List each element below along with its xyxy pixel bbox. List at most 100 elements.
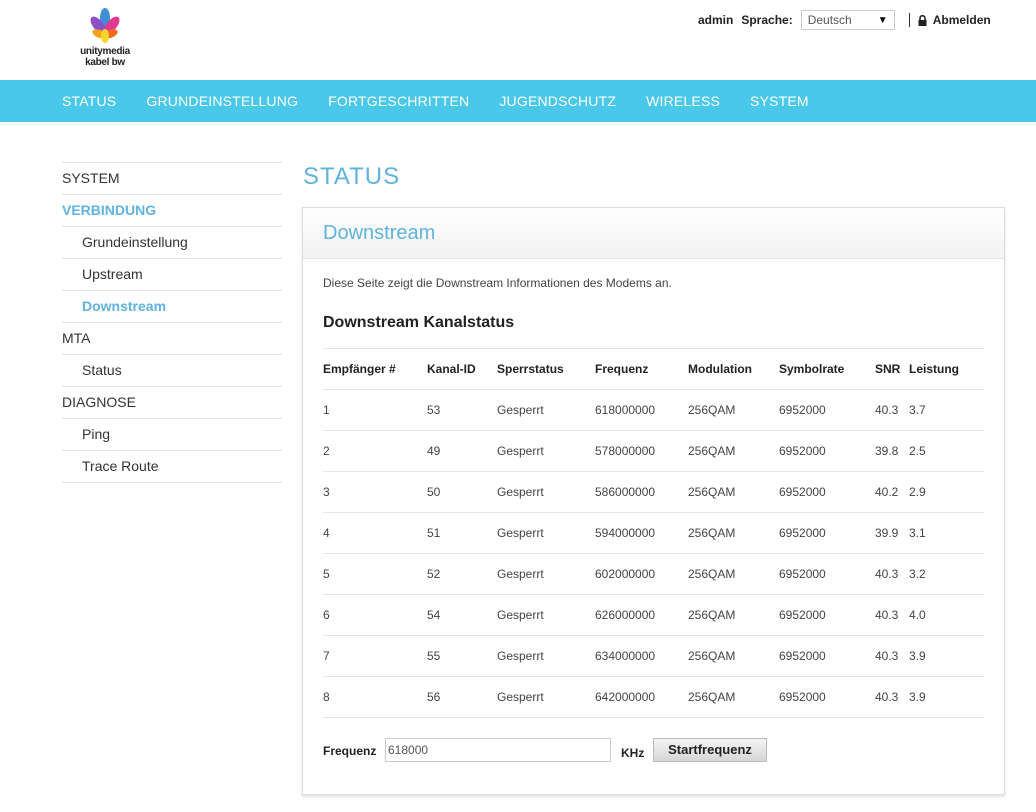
frequency-input[interactable] (385, 738, 611, 762)
table-cell: 578000000 (595, 444, 656, 458)
table-cell: Gesperrt (497, 485, 544, 499)
table-cell: 6952000 (779, 403, 826, 417)
brand-line1: unitymedia (80, 46, 130, 57)
table-cell: 3.1 (909, 526, 926, 540)
table-cell: Gesperrt (497, 649, 544, 663)
panel-title: Downstream (323, 222, 436, 244)
brand-line2: kabel bw (85, 57, 125, 68)
downstream-table: Empfänger # Kanal-ID Sperrstatus Frequenz Mo… (323, 348, 984, 718)
table-cell: 6952000 (779, 567, 826, 581)
logout-link[interactable]: Abmelden (918, 13, 991, 27)
table-cell: 594000000 (595, 526, 656, 540)
table-cell: 602000000 (595, 567, 656, 581)
table-cell: 40.3 (875, 608, 899, 622)
table-cell: 3.2 (909, 567, 926, 581)
table-cell: 6952000 (779, 649, 826, 663)
table-cell: 1 (323, 403, 330, 417)
table-row: 3 50 Gesperrt 586000000 256QAM 6952000 40.2 2.9 (323, 472, 984, 513)
sidebar-item-diagnose[interactable]: DIAGNOSE (62, 387, 282, 419)
nav-item-fortgeschritten[interactable]: FORTGESCHRITTEN (328, 93, 469, 109)
table-cell: 256QAM (688, 649, 736, 663)
table-cell: 40.3 (875, 690, 899, 704)
sidebar-item-ping[interactable]: Ping (62, 419, 282, 451)
unitymedia-flower-icon (90, 8, 120, 43)
table-cell: 49 (427, 444, 441, 458)
language-select[interactable]: Deutsch ▼ (800, 10, 895, 30)
column-header: Empfänger # (323, 362, 396, 376)
brand-logo[interactable]: unitymedia kabel bw (76, 8, 134, 68)
sidebar-item-mta[interactable]: MTA (62, 323, 282, 355)
language-value: Deutsch (807, 13, 852, 27)
table-cell: 55 (427, 649, 441, 663)
table-cell: 6952000 (779, 485, 826, 499)
sidebar-item-verbindung[interactable]: VERBINDUNG (62, 195, 282, 227)
table-cell: 52 (427, 567, 441, 581)
column-header: SNR (875, 362, 901, 376)
table-cell: 2.9 (909, 485, 926, 499)
downstream-panel: Downstream Diese Seite zeigt die Downstr… (302, 207, 1005, 795)
table-cell: Gesperrt (497, 690, 544, 704)
table-cell: 4 (323, 526, 330, 540)
frequency-label: Frequenz (323, 744, 377, 758)
nav-item-system[interactable]: SYSTEM (750, 93, 809, 109)
sidebar-item-grundeinstellung[interactable]: Grundeinstellung (62, 227, 282, 259)
table-cell: 50 (427, 485, 441, 499)
column-header: Sperrstatus (497, 362, 564, 376)
table-cell: 2 (323, 444, 330, 458)
table-header-row: Empfänger # Kanal-ID Sperrstatus Frequenz Mo… (323, 349, 984, 390)
table-cell: Gesperrt (497, 403, 544, 417)
table-cell: 56 (427, 690, 441, 704)
table-cell: 634000000 (595, 649, 656, 663)
table-cell: 2.5 (909, 444, 926, 458)
table-cell: 256QAM (688, 608, 736, 622)
table-cell: 4.0 (909, 608, 926, 622)
table-row: 1 53 Gesperrt 618000000 256QAM 6952000 40.3 3.7 (323, 390, 984, 431)
nav-item-wireless[interactable]: WIRELESS (646, 93, 720, 109)
sidebar-item-downstream[interactable]: Downstream (62, 291, 282, 323)
sidebar-item-trace-route[interactable]: Trace Route (62, 451, 282, 483)
table-cell: 40.3 (875, 567, 899, 581)
table-row: 5 52 Gesperrt 602000000 256QAM 6952000 40.3 3.2 (323, 554, 984, 595)
main-nav: STATUS GRUNDEINSTELLUNG FORTGESCHRITTEN JUG… (0, 80, 1036, 122)
logout-label: Abmelden (932, 13, 991, 27)
column-header: Symbolrate (779, 362, 845, 376)
table-row: 6 54 Gesperrt 626000000 256QAM 6952000 40.3 4.0 (323, 595, 984, 636)
start-frequency-button[interactable]: Startfrequenz (653, 738, 767, 762)
table-cell: 6952000 (779, 690, 826, 704)
table-cell: 626000000 (595, 608, 656, 622)
table-row: 4 51 Gesperrt 594000000 256QAM 6952000 39.9 3.1 (323, 513, 984, 554)
table-cell: 256QAM (688, 567, 736, 581)
column-header: Kanal-ID (427, 362, 476, 376)
lock-icon (918, 14, 927, 26)
username: admin (698, 13, 734, 27)
language-label: Sprache: (741, 13, 793, 27)
column-header: Frequenz (595, 362, 649, 376)
table-cell: Gesperrt (497, 444, 544, 458)
nav-item-jugendschutz[interactable]: JUGENDSCHUTZ (499, 93, 616, 109)
sidebar-item-status[interactable]: Status (62, 355, 282, 387)
dropdown-arrow-icon: ▼ (877, 14, 888, 26)
nav-item-status[interactable]: STATUS (62, 93, 116, 109)
top-bar: admin Sprache: Deutsch ▼ Abmelden (698, 10, 991, 30)
nav-item-grundeinstellung[interactable]: GRUNDEINSTELLUNG (146, 93, 298, 109)
table-cell: 642000000 (595, 690, 656, 704)
table-row: 8 56 Gesperrt 642000000 256QAM 6952000 40.3 3.9 (323, 677, 984, 718)
sidebar: SYSTEM VERBINDUNG Grundeinstellung Upstream… (62, 162, 282, 483)
section-title: Downstream Kanalstatus (323, 314, 515, 331)
divider (908, 13, 910, 27)
table-cell: 6 (323, 608, 330, 622)
table-cell: 8 (323, 690, 330, 704)
panel-description: Diese Seite zeigt die Downstream Informa… (323, 276, 672, 290)
table-cell: 3.9 (909, 649, 926, 663)
sidebar-item-upstream[interactable]: Upstream (62, 259, 282, 291)
table-cell: 6952000 (779, 608, 826, 622)
table-cell: 3.7 (909, 403, 926, 417)
table-cell: 3.9 (909, 690, 926, 704)
table-cell: 54 (427, 608, 441, 622)
table-cell: 51 (427, 526, 441, 540)
table-cell: Gesperrt (497, 608, 544, 622)
table-row: 2 49 Gesperrt 578000000 256QAM 6952000 39.8 2.5 (323, 431, 984, 472)
page-title: STATUS (303, 163, 401, 190)
table-cell: 7 (323, 649, 330, 663)
sidebar-item-system[interactable]: SYSTEM (62, 163, 282, 195)
